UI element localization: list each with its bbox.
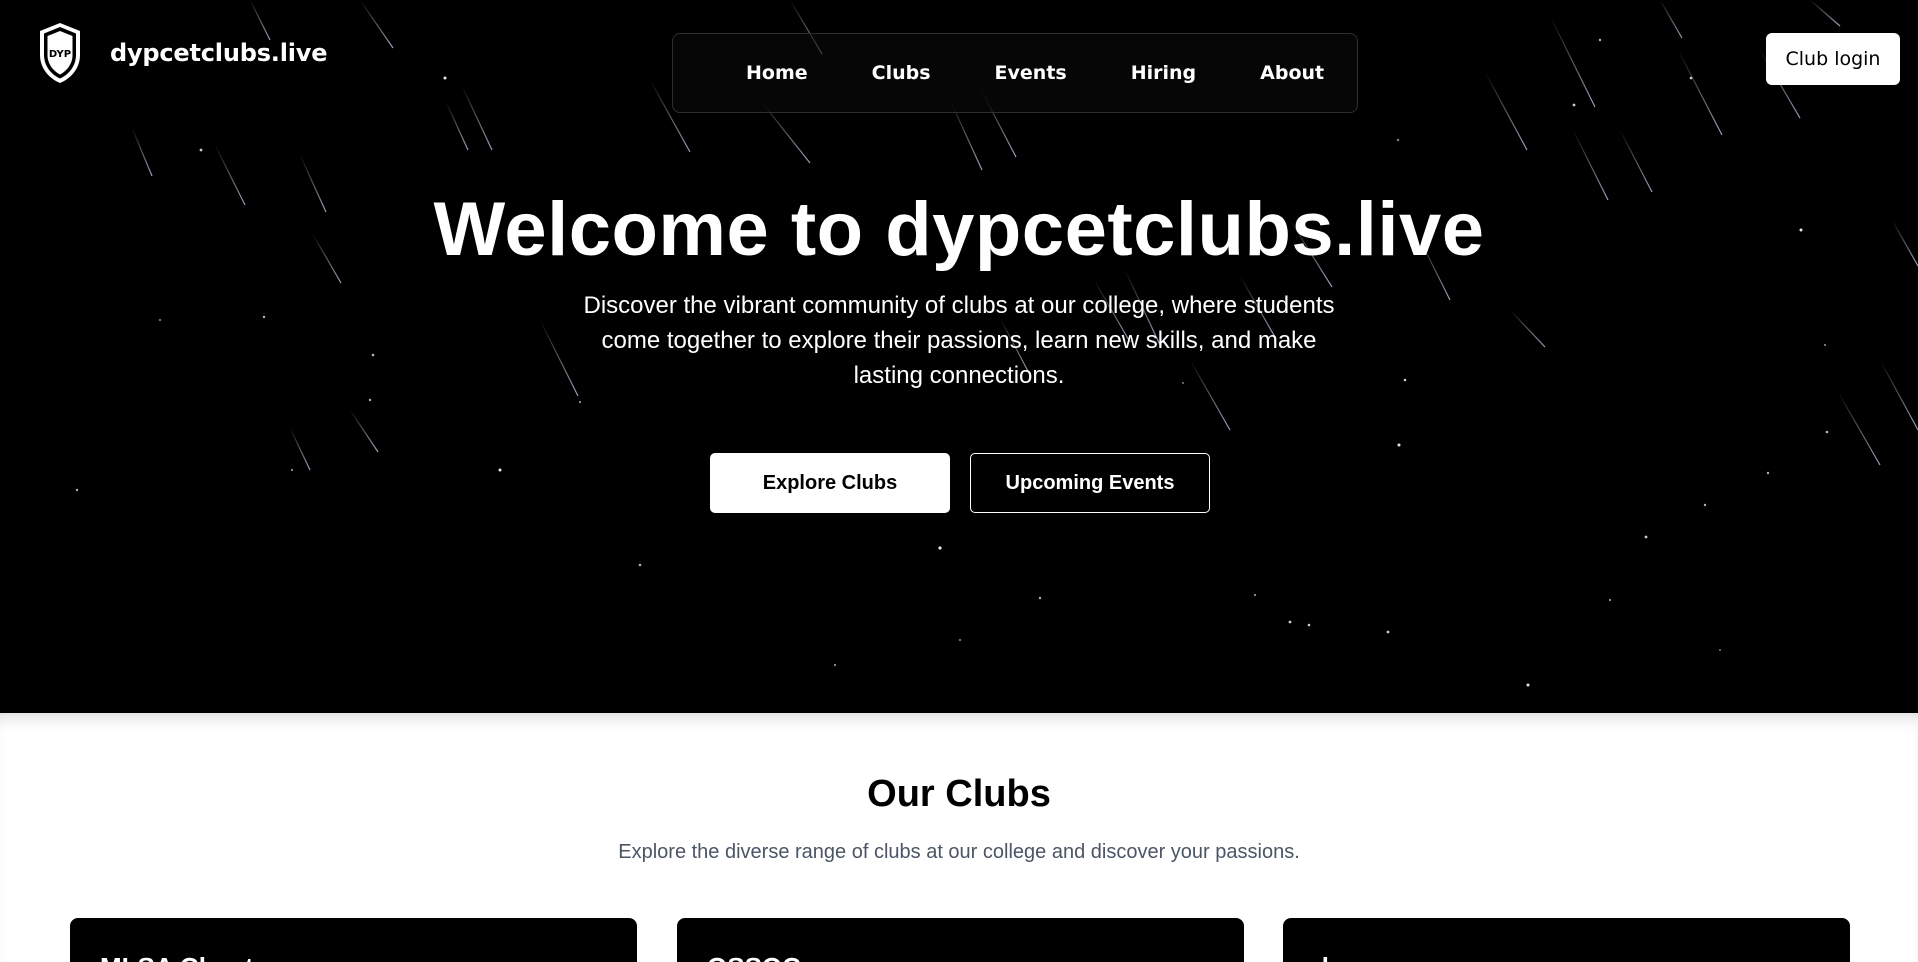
- hero-section: DYP dypcetclubs.live Home Clubs Events H…: [0, 0, 1918, 713]
- nav-hiring[interactable]: Hiring: [1131, 62, 1196, 84]
- main-nav: Home Clubs Events Hiring About: [672, 33, 1358, 113]
- clubs-section: Our Clubs Explore the diverse range of c…: [0, 713, 1918, 962]
- club-card-title: OSSOC: [707, 952, 801, 962]
- hero-subtitle: Discover the vibrant community of clubs …: [583, 292, 1335, 389]
- hero-title: Welcome to dypcetclubs.live: [433, 187, 1485, 272]
- club-login-button[interactable]: Club login: [1766, 33, 1900, 85]
- brand[interactable]: DYP dypcetclubs.live: [36, 21, 327, 85]
- nav-events[interactable]: Events: [995, 62, 1067, 84]
- club-card[interactable]: demo: [1283, 918, 1850, 962]
- logo-text: DYP: [49, 49, 71, 60]
- brand-name[interactable]: dypcetclubs.live: [110, 39, 327, 67]
- upcoming-events-button[interactable]: Upcoming Events: [970, 453, 1210, 513]
- club-card-title: demo: [1313, 952, 1382, 962]
- clubs-subtitle: Explore the diverse range of clubs at ou…: [618, 841, 1300, 863]
- club-card[interactable]: MLSA Chapter: [70, 918, 637, 962]
- nav-clubs[interactable]: Clubs: [872, 62, 931, 84]
- nav-about[interactable]: About: [1260, 62, 1324, 84]
- shield-crest-icon: DYP: [40, 23, 80, 83]
- explore-clubs-button[interactable]: Explore Clubs: [710, 453, 950, 513]
- clubs-title: Our Clubs: [867, 773, 1051, 815]
- club-card[interactable]: OSSOC: [677, 918, 1244, 962]
- club-card-title: MLSA Chapter: [100, 952, 278, 962]
- nav-home[interactable]: Home: [746, 62, 808, 84]
